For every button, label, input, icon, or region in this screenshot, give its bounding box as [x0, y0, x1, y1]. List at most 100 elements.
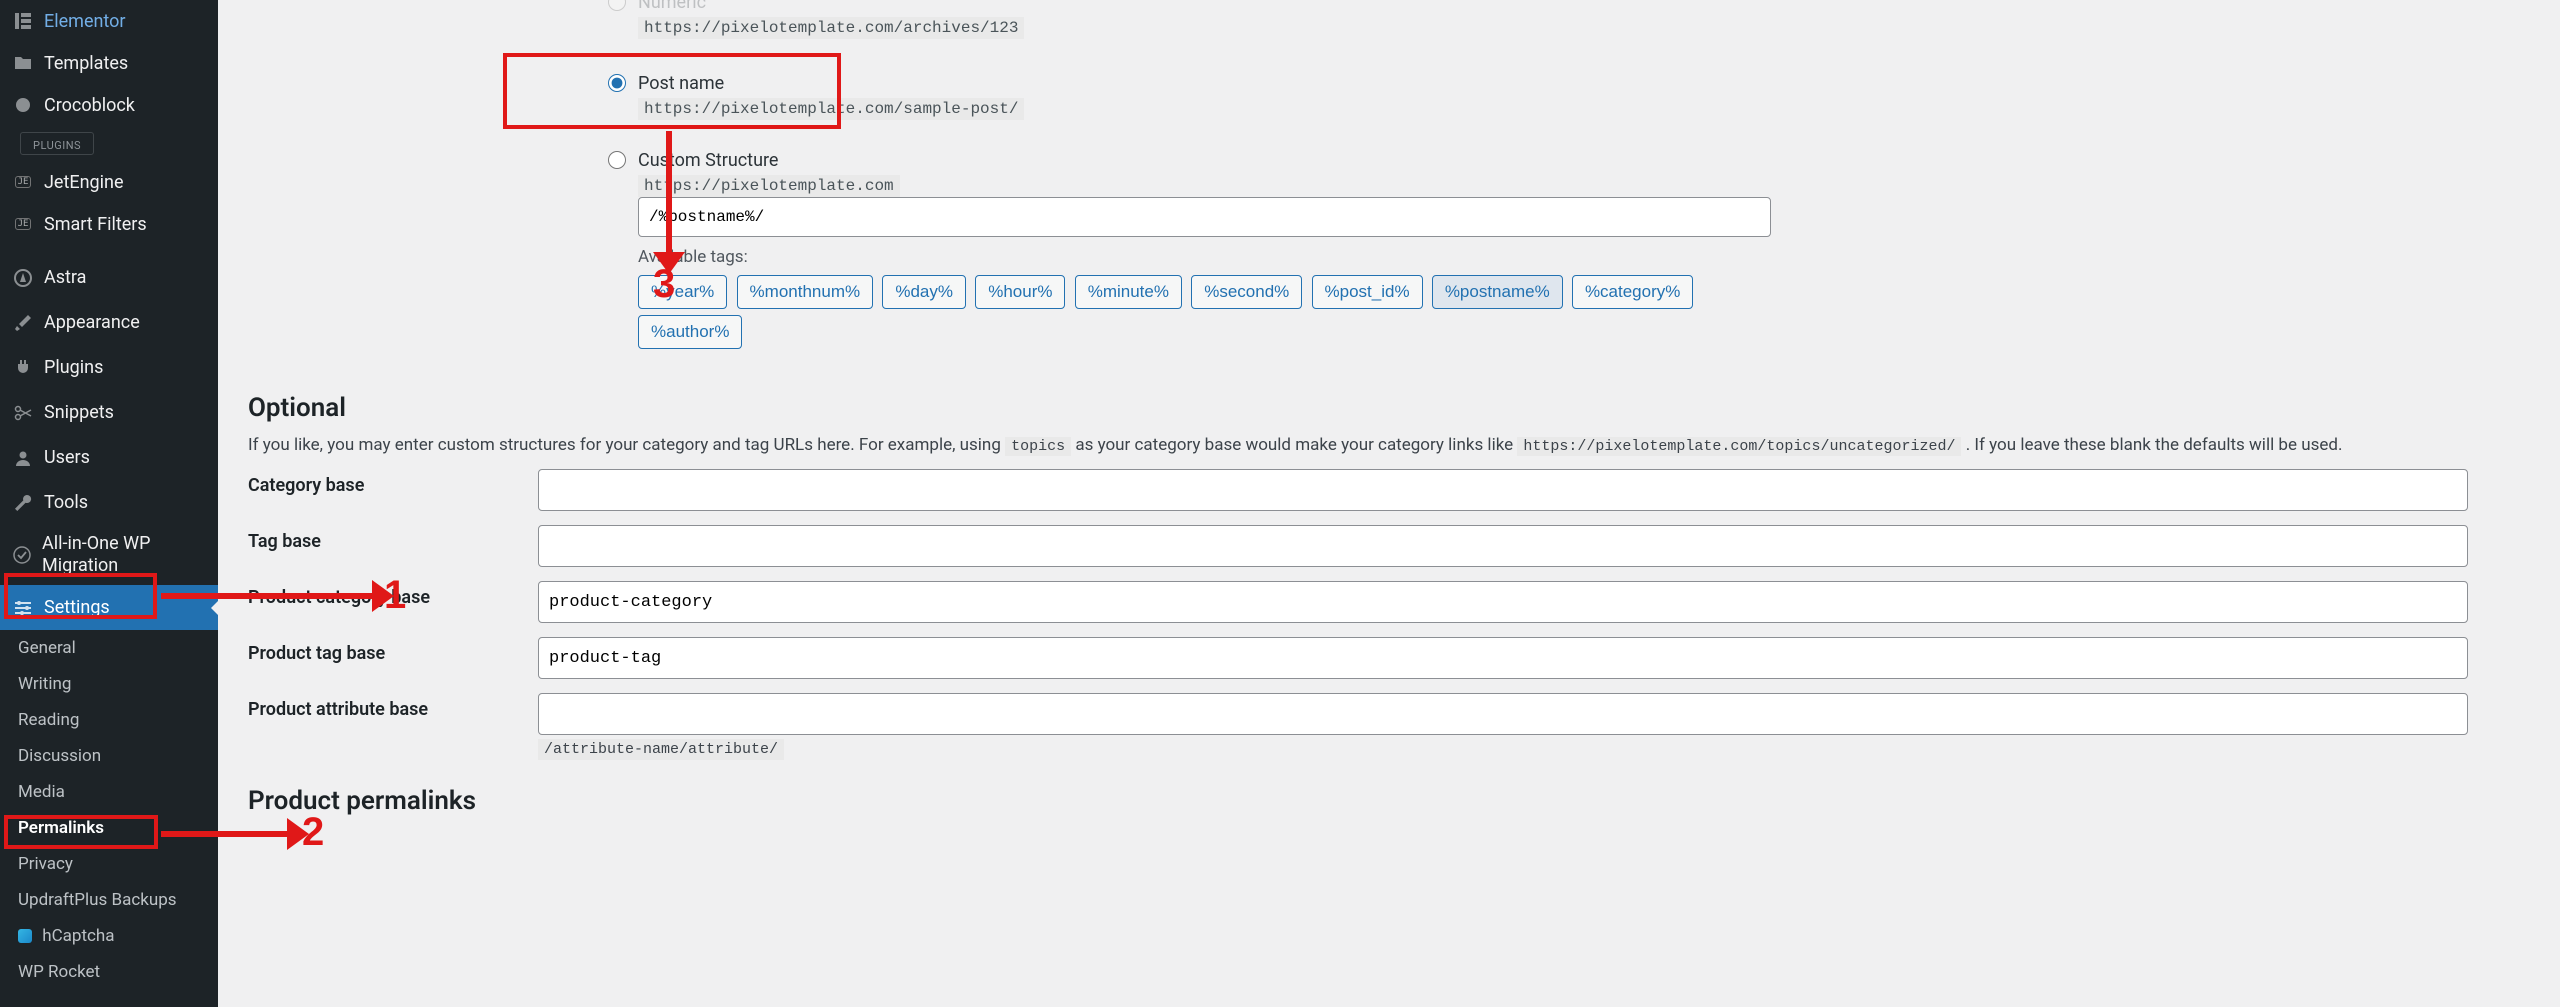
sidebar-label: Appearance	[44, 312, 140, 333]
input-product-attribute-base[interactable]	[538, 693, 2468, 735]
desc-part: . If you leave these blank the defaults …	[1966, 435, 2343, 455]
sidebar-item-users[interactable]: Users	[0, 435, 218, 480]
postname-url: https://pixelotemplate.com/sample-post/	[638, 98, 1024, 120]
wrench-icon	[12, 492, 34, 514]
sidebar-label: Elementor	[44, 11, 126, 32]
hcaptcha-icon	[18, 929, 32, 943]
submenu-general[interactable]: General	[0, 630, 218, 666]
sidebar-label: Users	[44, 447, 90, 468]
permalink-option-postname: Post name https://pixelotemplate.com/sam…	[608, 65, 2528, 128]
sidebar-item-tools[interactable]: Tools	[0, 480, 218, 525]
submenu-writing[interactable]: Writing	[0, 666, 218, 702]
optional-description: If you like, you may enter custom struct…	[248, 435, 2528, 455]
label-category-base: Category base	[248, 469, 538, 496]
submenu-permalinks[interactable]: Permalinks	[0, 810, 218, 846]
plug-icon	[12, 357, 34, 379]
optional-heading: Optional	[248, 393, 2528, 423]
tag-postname[interactable]: %postname%	[1432, 275, 1563, 309]
tag-category[interactable]: %category%	[1572, 275, 1693, 309]
row-tag-base: Tag base	[248, 525, 2528, 567]
input-category-base[interactable]	[538, 469, 2468, 511]
submenu-discussion[interactable]: Discussion	[0, 738, 218, 774]
tag-buttons-row: %year% %monthnum% %day% %hour% %minute% …	[638, 275, 1788, 355]
sidebar-label: Plugins	[44, 357, 103, 378]
sidebar-item-appearance[interactable]: Appearance	[0, 300, 218, 345]
sidebar-item-smartfilters[interactable]: JE Smart Filters	[0, 203, 218, 245]
sidebar-item-elementor[interactable]: Elementor	[0, 0, 218, 42]
sidebar-item-templates[interactable]: Templates	[0, 42, 218, 84]
submenu-label: hCaptcha	[42, 926, 114, 946]
custom-radio[interactable]	[608, 151, 626, 169]
permalink-option-custom: Custom Structure https://pixelotemplate.…	[608, 142, 2528, 363]
desc-code: https://pixelotemplate.com/topics/uncate…	[1517, 437, 1961, 456]
tag-monthnum[interactable]: %monthnum%	[737, 275, 874, 309]
settings-submenu: General Writing Reading Discussion Media…	[0, 630, 218, 990]
submenu-reading[interactable]: Reading	[0, 702, 218, 738]
postname-radio[interactable]	[608, 74, 626, 92]
crocoblock-icon	[12, 94, 34, 116]
sidebar-item-astra[interactable]: Astra	[0, 255, 218, 300]
custom-structure-input[interactable]	[638, 197, 1771, 237]
submenu-privacy[interactable]: Privacy	[0, 846, 218, 882]
sidebar-item-plugins[interactable]: Plugins	[0, 345, 218, 390]
sidebar-label: Smart Filters	[44, 214, 147, 235]
permalink-option-numeric: Numeric https://pixelotemplate.com/archi…	[608, 0, 2528, 47]
sidebar-label: All-in-One WP Migration	[42, 533, 206, 576]
tag-year[interactable]: %year%	[638, 275, 727, 309]
available-tags-label: Available tags:	[638, 247, 1788, 267]
numeric-label: Numeric	[638, 0, 1024, 13]
tag-minute[interactable]: %minute%	[1075, 275, 1182, 309]
desc-part: If you like, you may enter custom struct…	[248, 435, 1005, 455]
tag-postid[interactable]: %post_id%	[1312, 275, 1423, 309]
custom-label: Custom Structure	[638, 150, 1788, 171]
elementor-icon	[12, 10, 34, 32]
tag-author[interactable]: %author%	[638, 315, 742, 349]
sidebar-item-snippets[interactable]: Snippets	[0, 390, 218, 435]
tag-second[interactable]: %second%	[1191, 275, 1302, 309]
jetengine-icon: JE	[12, 171, 34, 193]
row-product-category-base: Product category base	[248, 581, 2528, 623]
astra-icon	[12, 267, 34, 289]
sidebar-label: Templates	[44, 53, 128, 74]
label-tag-base: Tag base	[248, 525, 538, 552]
sidebar-label: JetEngine	[44, 172, 124, 193]
tag-hour[interactable]: %hour%	[975, 275, 1065, 309]
product-permalinks-heading: Product permalinks	[248, 786, 2528, 816]
desc-code: topics	[1005, 437, 1071, 456]
desc-part: as your category base would make your ca…	[1075, 435, 1517, 455]
submenu-media[interactable]: Media	[0, 774, 218, 810]
scissors-icon	[12, 402, 34, 424]
sidebar-label: Crocoblock	[44, 95, 135, 116]
numeric-radio[interactable]	[608, 0, 626, 11]
label-product-tag-base: Product tag base	[248, 637, 538, 664]
input-product-category-base[interactable]	[538, 581, 2468, 623]
input-product-tag-base[interactable]	[538, 637, 2468, 679]
submenu-wprocket[interactable]: WP Rocket	[0, 954, 218, 990]
main-content: Numeric https://pixelotemplate.com/archi…	[218, 0, 2560, 1007]
postname-label: Post name	[638, 73, 1024, 94]
brush-icon	[12, 312, 34, 334]
numeric-url: https://pixelotemplate.com/archives/123	[638, 17, 1024, 39]
sidebar-item-settings[interactable]: Settings	[0, 585, 218, 630]
migration-icon	[12, 544, 32, 566]
submenu-hcaptcha[interactable]: hCaptcha	[0, 918, 218, 954]
row-category-base: Category base	[248, 469, 2528, 511]
sliders-icon	[12, 597, 34, 619]
admin-sidebar: Elementor Templates Crocoblock PLUGINS J…	[0, 0, 218, 1007]
sidebar-label: Settings	[44, 597, 110, 618]
hint-product-attribute-base: /attribute-name/attribute/	[538, 739, 784, 760]
sidebar-label: Snippets	[44, 402, 114, 423]
sidebar-label: Astra	[44, 267, 86, 288]
tag-day[interactable]: %day%	[882, 275, 966, 309]
sidebar-item-jetengine[interactable]: JE JetEngine	[0, 161, 218, 203]
smartfilters-icon: JE	[12, 213, 34, 235]
sidebar-item-aiowpm[interactable]: All-in-One WP Migration	[0, 525, 218, 585]
row-product-attribute-base: Product attribute base /attribute-name/a…	[248, 693, 2528, 760]
sidebar-item-crocoblock[interactable]: Crocoblock	[0, 84, 218, 126]
row-product-tag-base: Product tag base	[248, 637, 2528, 679]
input-tag-base[interactable]	[538, 525, 2468, 567]
users-icon	[12, 447, 34, 469]
label-product-category-base: Product category base	[248, 581, 538, 608]
sidebar-label: Tools	[44, 492, 88, 513]
submenu-updraft[interactable]: UpdraftPlus Backups	[0, 882, 218, 918]
